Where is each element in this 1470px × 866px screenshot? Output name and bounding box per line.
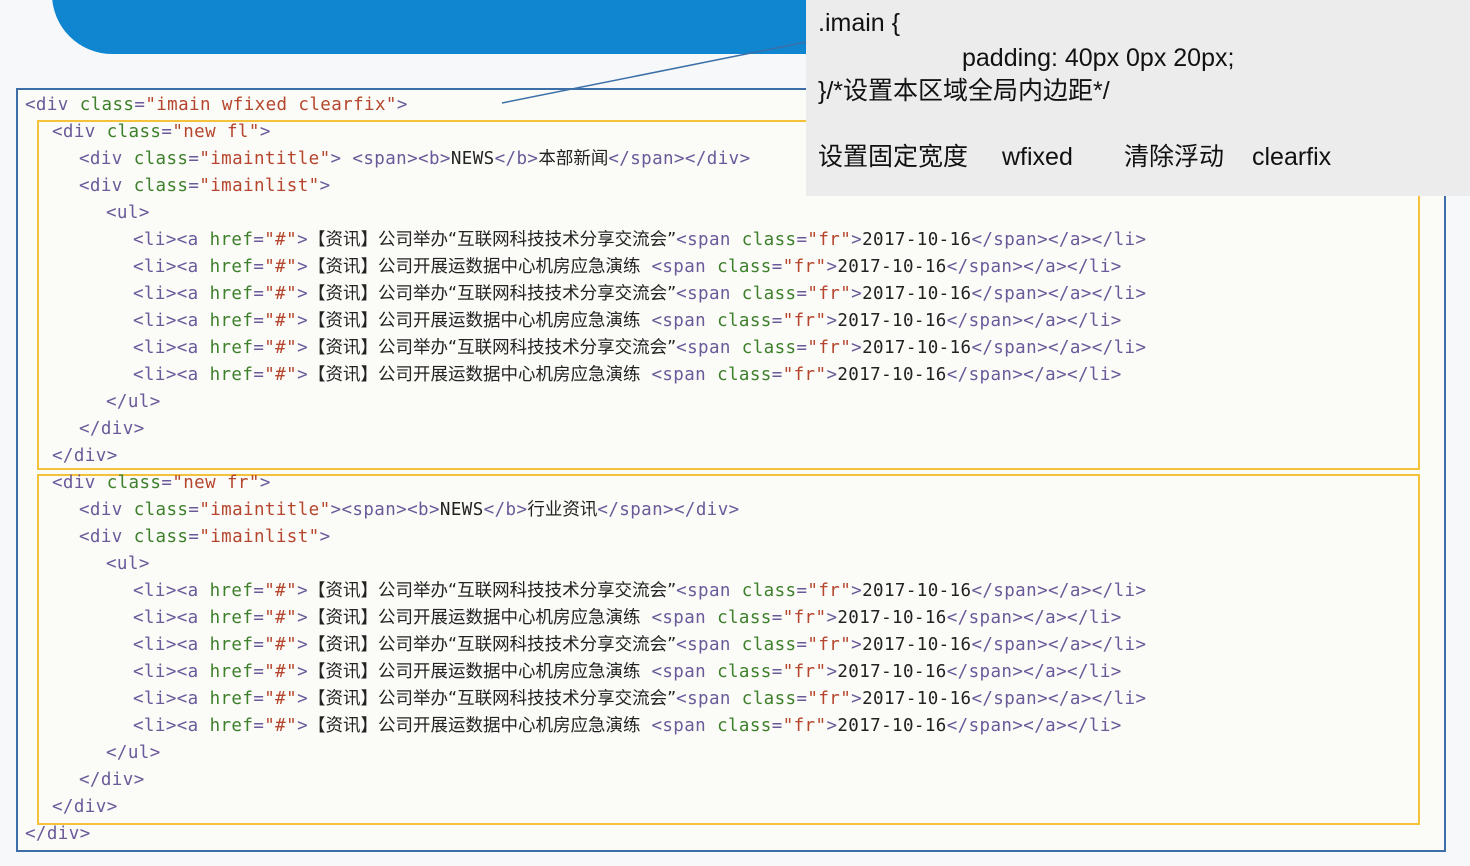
callout-line-1: .imain {	[818, 9, 900, 37]
code-outer-open: <div class="imain wfixed clearfix">	[25, 95, 408, 115]
code-block-close: </div>	[52, 446, 118, 466]
code-list-item: <li><a href="#">【资讯】公司开展运数据中心机房应急演练 <spa…	[133, 608, 1122, 628]
code-list-close: </div>	[79, 770, 145, 790]
code-title-line: <div class="imaintitle"><span><b>NEWS</b…	[79, 500, 740, 520]
code-ul-open: <ul>	[106, 203, 150, 223]
code-list-item: <li><a href="#">【资讯】公司开展运数据中心机房应急演练 <spa…	[133, 311, 1122, 331]
css-callout: .imain { padding: 40px 0px 20px; }/*设置本区…	[806, 0, 1470, 196]
code-ul-open: <ul>	[106, 554, 150, 574]
code-ul-close: </ul>	[106, 743, 161, 763]
code-title-line: <div class="imaintitle"> <span><b>NEWS</…	[79, 149, 751, 169]
code-list-item: <li><a href="#">【资讯】公司举办“互联网科技技术分享交流会”<s…	[133, 230, 1147, 250]
code-list-item: <li><a href="#">【资讯】公司举办“互联网科技技术分享交流会”<s…	[133, 689, 1147, 709]
code-list-open: <div class="imainlist">	[79, 176, 331, 196]
code-list-item: <li><a href="#">【资讯】公司举办“互联网科技技术分享交流会”<s…	[133, 284, 1147, 304]
code-list-item: <li><a href="#">【资讯】公司举办“互联网科技技术分享交流会”<s…	[133, 635, 1147, 655]
code-block-open: <div class="new fr">	[52, 473, 271, 493]
code-list-item: <li><a href="#">【资讯】公司开展运数据中心机房应急演练 <spa…	[133, 257, 1122, 277]
code-list-item: <li><a href="#">【资讯】公司举办“互联网科技技术分享交流会”<s…	[133, 581, 1147, 601]
code-block-close: </div>	[52, 797, 118, 817]
code-list-item: <li><a href="#">【资讯】公司开展运数据中心机房应急演练 <spa…	[133, 365, 1122, 385]
callout-line-2: padding: 40px 0px 20px;	[962, 44, 1235, 72]
clear-float-label: 清除浮动	[1124, 143, 1225, 171]
code-outer-close: </div>	[25, 824, 91, 844]
code-list-open: <div class="imainlist">	[79, 527, 331, 547]
code-block-open: <div class="new fl">	[52, 122, 271, 142]
code-list-item: <li><a href="#">【资讯】公司开展运数据中心机房应急演练 <spa…	[133, 716, 1122, 736]
code-ul-close: </ul>	[106, 392, 161, 412]
callout-line-3: }/*设置本区域全局内边距*/	[818, 77, 1110, 105]
fixed-width-label: 设置固定宽度	[818, 143, 969, 171]
fixed-width-value: wfixed	[1002, 143, 1073, 171]
code-list-close: </div>	[79, 419, 145, 439]
clear-float-value: clearfix	[1252, 143, 1332, 171]
code-list-item: <li><a href="#">【资讯】公司开展运数据中心机房应急演练 <spa…	[133, 662, 1122, 682]
code-list-item: <li><a href="#">【资讯】公司举办“互联网科技技术分享交流会”<s…	[133, 338, 1147, 358]
